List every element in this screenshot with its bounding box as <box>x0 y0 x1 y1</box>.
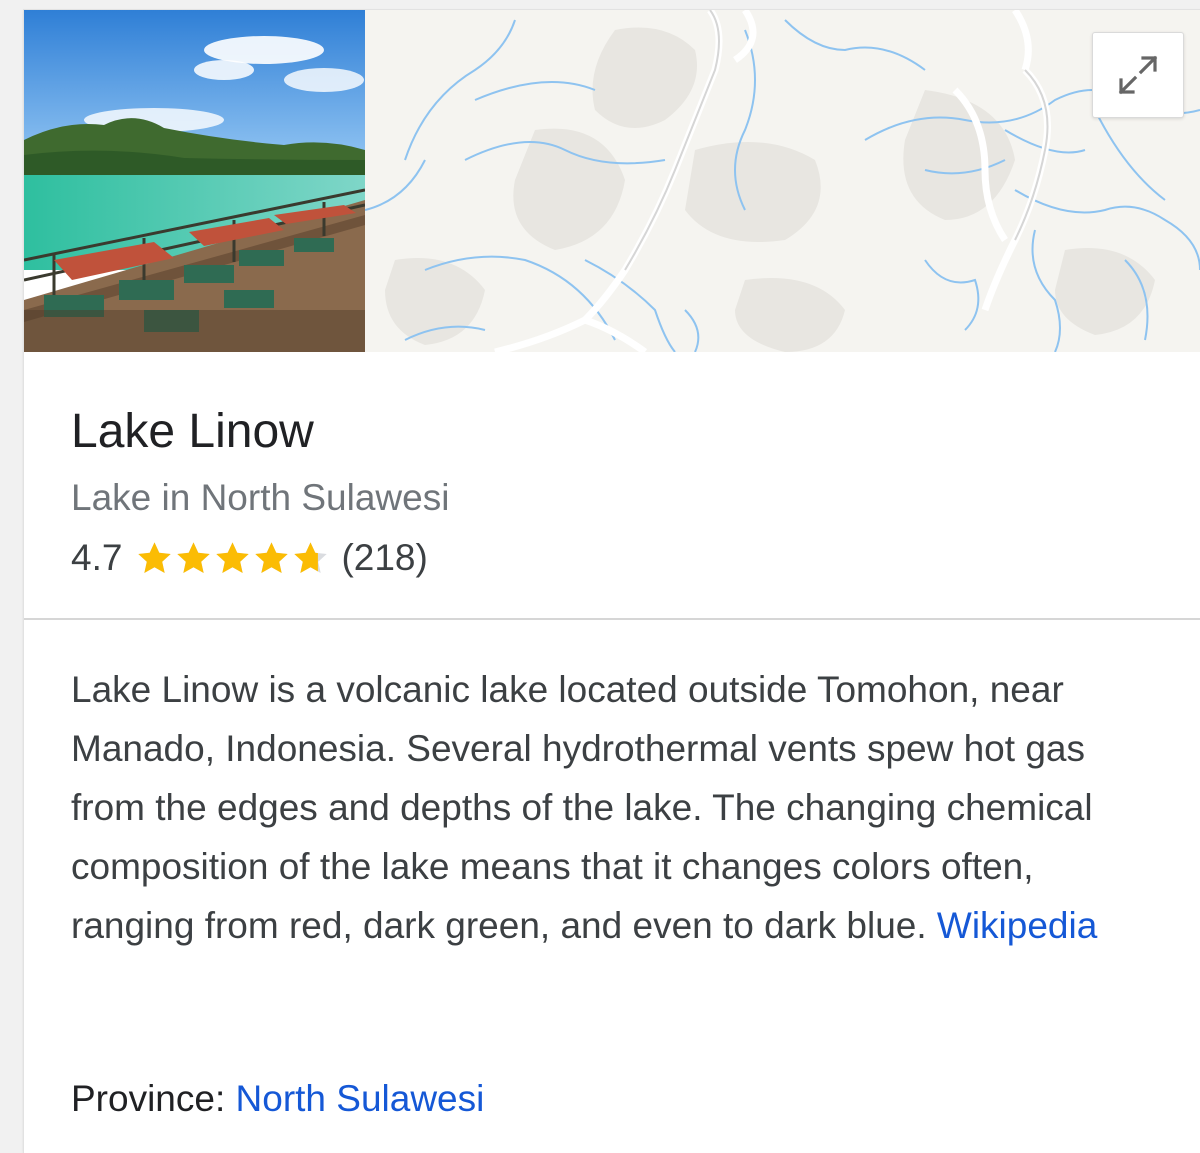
star-icon <box>216 541 250 573</box>
star-icon <box>255 541 289 573</box>
star-icon <box>138 541 172 573</box>
star-icon <box>177 541 211 573</box>
province-link[interactable]: North Sulawesi <box>236 1078 485 1119</box>
location-map[interactable] <box>365 10 1200 352</box>
star-icon <box>294 541 328 573</box>
rating-row[interactable]: 4.7 (218) <box>71 536 428 580</box>
expand-map-button[interactable] <box>1092 32 1184 118</box>
wikipedia-link[interactable]: Wikipedia <box>937 905 1097 946</box>
rating-value: 4.7 <box>71 537 123 578</box>
star-rating <box>136 540 331 577</box>
place-title: Lake Linow <box>71 405 314 458</box>
description: Lake Linow is a volcanic lake located ou… <box>71 660 1151 955</box>
province-fact: Province: North Sulawesi <box>71 1074 484 1124</box>
place-header: Lake Linow Lake in North Sulawesi 4.7 (2… <box>24 352 1200 620</box>
knowledge-panel-card: Lake Linow Lake in North Sulawesi 4.7 (2… <box>24 10 1200 1153</box>
place-photo[interactable] <box>24 10 365 352</box>
province-label: Province: <box>71 1078 226 1119</box>
expand-arrows-icon <box>1118 55 1158 95</box>
media-strip <box>24 10 1200 352</box>
review-count[interactable]: (218) <box>341 537 427 579</box>
place-subtitle: Lake in North Sulawesi <box>71 477 450 518</box>
